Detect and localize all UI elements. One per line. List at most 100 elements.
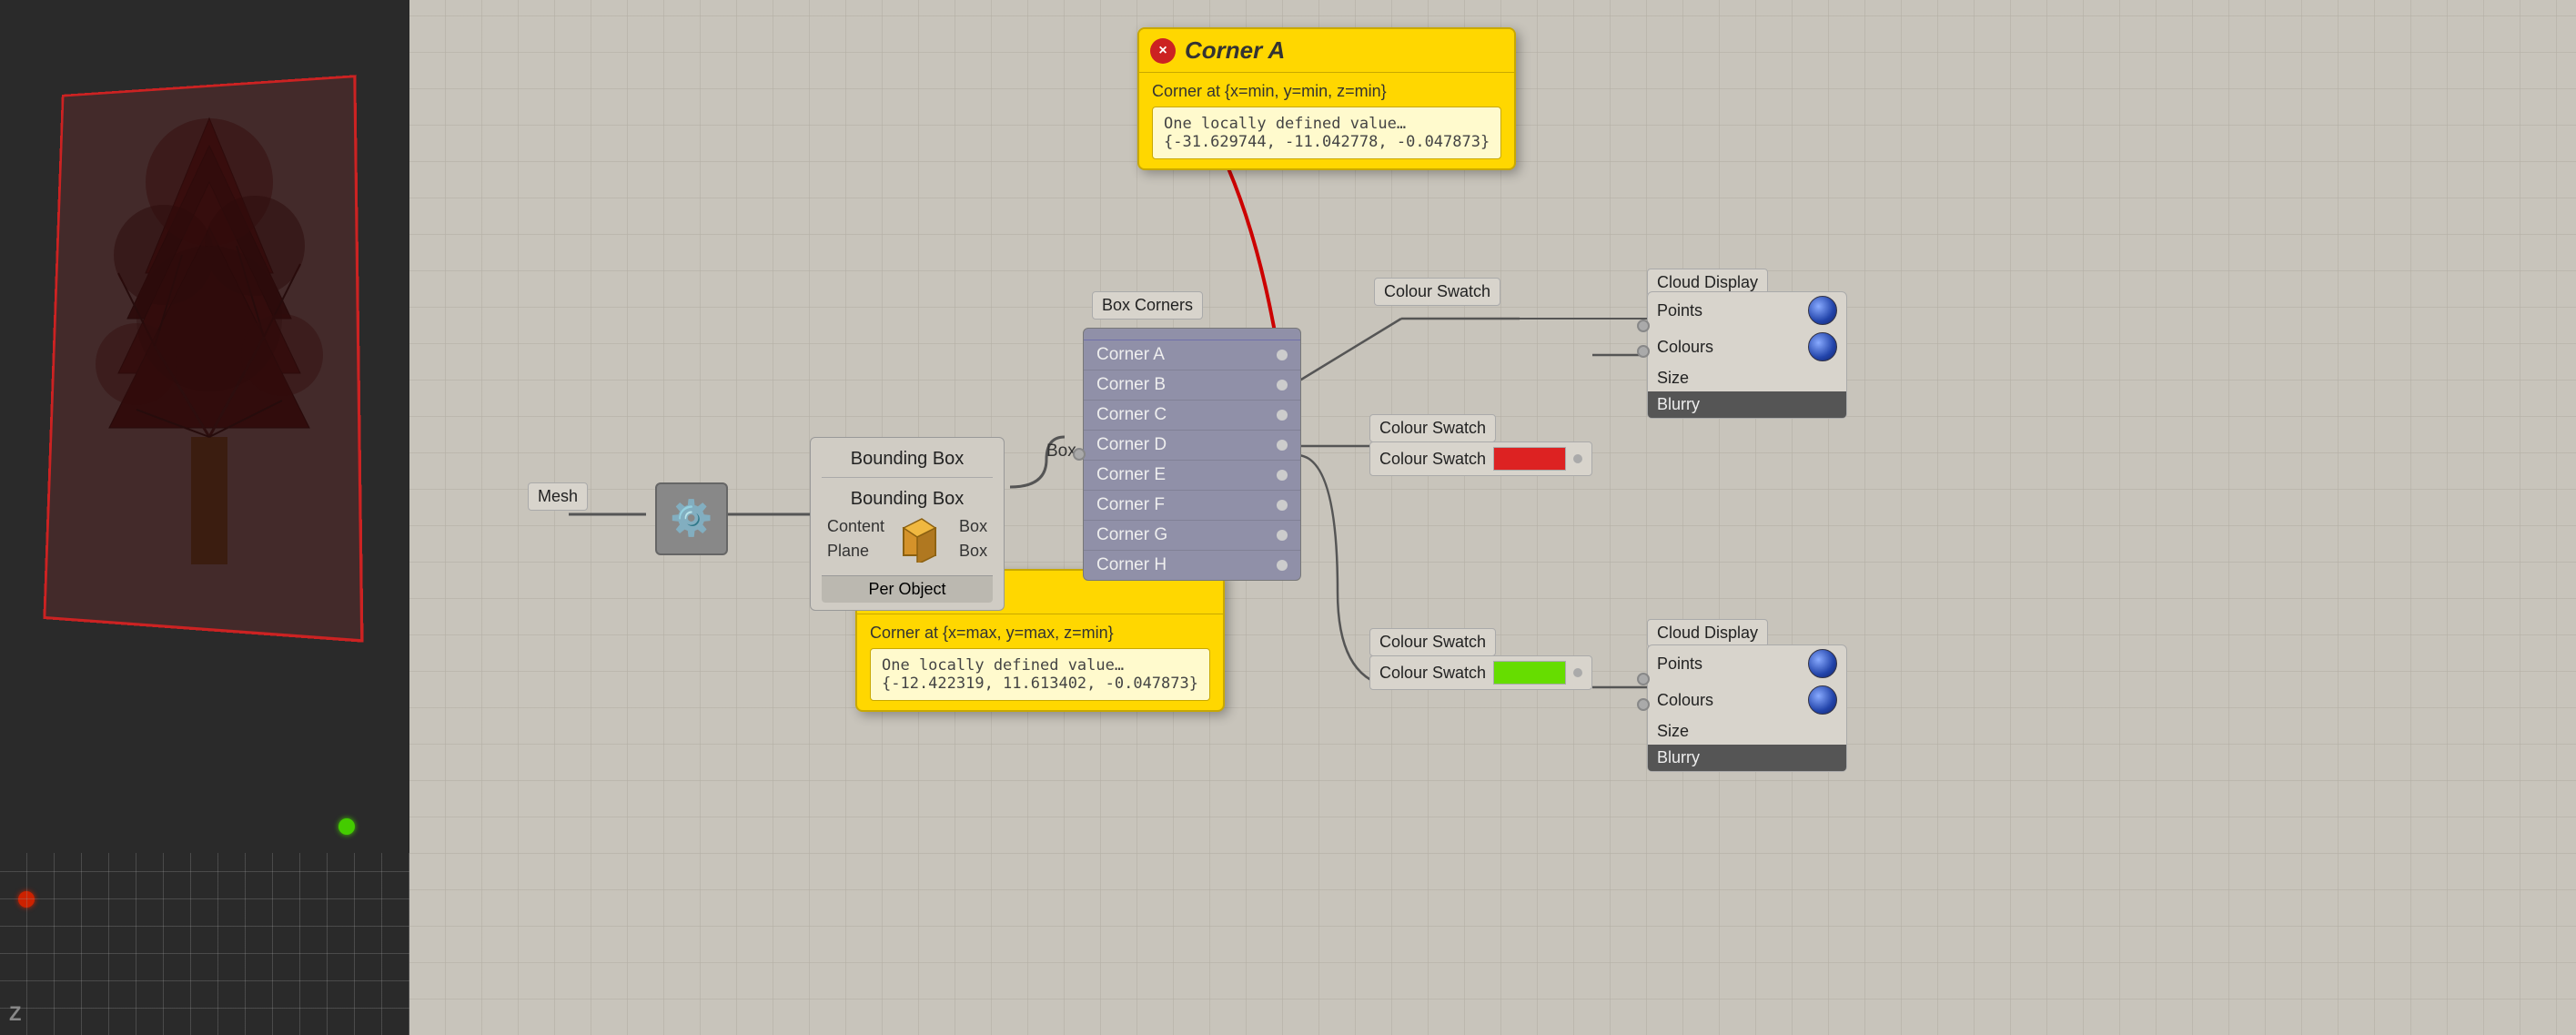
cloud-bottom-input1	[1637, 673, 1650, 685]
output-box2: Box	[959, 542, 987, 561]
colour-swatch-green-node[interactable]: Colour Swatch	[1369, 655, 1592, 690]
swatch-green-port	[1573, 668, 1582, 677]
tooltip-c-code: One locally defined value… {-12.422319, …	[870, 648, 1210, 701]
box-icon	[899, 517, 945, 563]
cloud-top-blurry: Blurry	[1648, 391, 1846, 418]
tooltip-a-close[interactable]: ×	[1150, 38, 1176, 64]
corner-h-row: Corner H	[1084, 551, 1300, 580]
cloud-bottom-blurry: Blurry	[1648, 745, 1846, 771]
cloud-top-colours-right	[1808, 332, 1837, 361]
globe-icon-top-colours	[1808, 332, 1837, 361]
corner-h-port	[1277, 560, 1288, 571]
viewport-grid	[0, 853, 409, 1035]
tooltip-a-header: × Corner A	[1139, 29, 1514, 73]
output-box1: Box	[959, 517, 987, 536]
cloud-bottom-points-label: Points	[1657, 654, 1702, 674]
corner-d-port	[1277, 440, 1288, 451]
gear-icon: ⚙️	[670, 499, 712, 539]
mesh-label: Mesh	[528, 482, 588, 511]
input-content: Content	[827, 517, 884, 536]
cloud-display-top-node[interactable]: Points Colours Size Blurry	[1647, 291, 1847, 419]
corner-c-port	[1277, 410, 1288, 421]
colour-swatch-label-top2: Colour Swatch	[1374, 278, 1500, 306]
gear-node[interactable]: ⚙️	[655, 482, 728, 555]
globe-icon-bottom-points	[1808, 649, 1837, 678]
dot-green	[338, 818, 355, 835]
box-corners-title	[1084, 329, 1300, 340]
cloud-bottom-colours: Colours	[1648, 682, 1846, 718]
tooltip-a-description: Corner at {x=min, y=min, z=min}	[1152, 82, 1501, 101]
cloud-display-bottom-label: Cloud Display	[1647, 619, 1768, 647]
tree-svg	[73, 91, 346, 592]
corner-f-row: Corner F	[1084, 491, 1300, 521]
bounding-box-title: Bounding Box	[822, 445, 993, 478]
cloud-bottom-colours-label: Colours	[1657, 691, 1713, 710]
colour-swatch-top2-label-node: Colour Swatch	[1374, 278, 1500, 306]
corner-c-label: Corner C	[1096, 405, 1167, 425]
tooltip-c-description: Corner at {x=max, y=max, z=min}	[870, 624, 1210, 643]
corner-g-row: Corner G	[1084, 521, 1300, 551]
colour-swatch-label-above: Colour Swatch	[1369, 414, 1496, 442]
corner-g-label: Corner G	[1096, 525, 1167, 545]
cloud-display-bottom-header-label: Cloud Display	[1647, 619, 1768, 647]
cloud-top-size-label: Size	[1657, 369, 1689, 388]
colour-swatch-top-node: Colour Swatch	[1369, 414, 1496, 442]
cloud-top-colours-label: Colours	[1657, 338, 1713, 357]
corner-f-port	[1277, 500, 1288, 511]
corner-b-label: Corner B	[1096, 375, 1166, 395]
corner-b-port	[1277, 380, 1288, 391]
input-plane: Plane	[827, 542, 884, 561]
corner-a-port	[1277, 350, 1288, 360]
swatch-green[interactable]	[1493, 661, 1566, 685]
globe-icon-bottom-colours	[1808, 685, 1837, 715]
corner-e-row: Corner E	[1084, 461, 1300, 491]
cloud-top-points: Points	[1648, 292, 1846, 329]
tooltip-a-body: Corner at {x=min, y=min, z=min} One loca…	[1139, 73, 1514, 168]
mesh-node[interactable]: Mesh	[528, 482, 588, 511]
cloud-top-points-right	[1808, 296, 1837, 325]
cloud-top-colours: Colours	[1648, 329, 1846, 365]
corner-g-port	[1277, 530, 1288, 541]
tooltip-a-title: Corner A	[1185, 36, 1285, 65]
cloud-bottom-size: Size	[1648, 718, 1846, 745]
box-corners-header-text: Box Corners	[1092, 291, 1203, 320]
z-axis-label: Z	[9, 1002, 21, 1026]
node-graph[interactable]: × Corner A Corner at {x=min, y=min, z=mi…	[409, 0, 2576, 1035]
colour-swatch-label-bottom: Colour Swatch	[1369, 628, 1496, 656]
corner-b-row: Corner B	[1084, 370, 1300, 401]
corner-a-row: Corner A	[1084, 340, 1300, 370]
box-corners-node[interactable]: Corner A Corner B Corner C Corner D Corn…	[1083, 328, 1301, 581]
colour-swatch-red-node[interactable]: Colour Swatch	[1369, 441, 1592, 476]
bounding-box-label: Bounding Box	[822, 485, 993, 517]
corner-d-row: Corner D	[1084, 431, 1300, 461]
bounding-box-node[interactable]: Bounding Box Bounding Box Content Plane …	[810, 437, 1005, 611]
cloud-bottom-colours-right	[1808, 685, 1837, 715]
colour-swatch-green-label-node: Colour Swatch	[1369, 628, 1496, 656]
cloud-top-size: Size	[1648, 365, 1846, 391]
3d-viewport[interactable]: Z	[0, 0, 409, 1035]
corner-f-label: Corner F	[1096, 495, 1165, 515]
corner-h-label: Corner H	[1096, 555, 1167, 575]
swatch-red-port	[1573, 454, 1582, 463]
cloud-top-blurry-label: Blurry	[1657, 395, 1700, 414]
corner-e-label: Corner E	[1096, 465, 1166, 485]
corner-a-label: Corner A	[1096, 345, 1165, 365]
globe-icon-top-points	[1808, 296, 1837, 325]
cloud-display-bottom-node[interactable]: Points Colours Size Blurry	[1647, 644, 1847, 772]
box-input-label: Box	[1046, 441, 1076, 462]
corner-e-port	[1277, 470, 1288, 481]
box-corners-header-label: Box Corners	[1092, 291, 1203, 320]
corner-a-tooltip: × Corner A Corner at {x=min, y=min, z=mi…	[1137, 27, 1516, 170]
tree-container	[27, 46, 382, 728]
cloud-bottom-input2	[1637, 698, 1650, 711]
box-corners-input-port	[1073, 448, 1086, 461]
tooltip-a-code: One locally defined value… {-31.629744, …	[1152, 107, 1501, 159]
cloud-top-input1	[1637, 320, 1650, 332]
corner-d-label: Corner D	[1096, 435, 1167, 455]
tooltip-c-body: Corner at {x=max, y=max, z=min} One loca…	[857, 614, 1223, 710]
cloud-top-points-label: Points	[1657, 301, 1702, 320]
corner-c-row: Corner C	[1084, 401, 1300, 431]
cloud-bottom-blurry-label: Blurry	[1657, 748, 1700, 767]
cloud-bottom-points: Points	[1648, 645, 1846, 682]
swatch-red[interactable]	[1493, 447, 1566, 471]
